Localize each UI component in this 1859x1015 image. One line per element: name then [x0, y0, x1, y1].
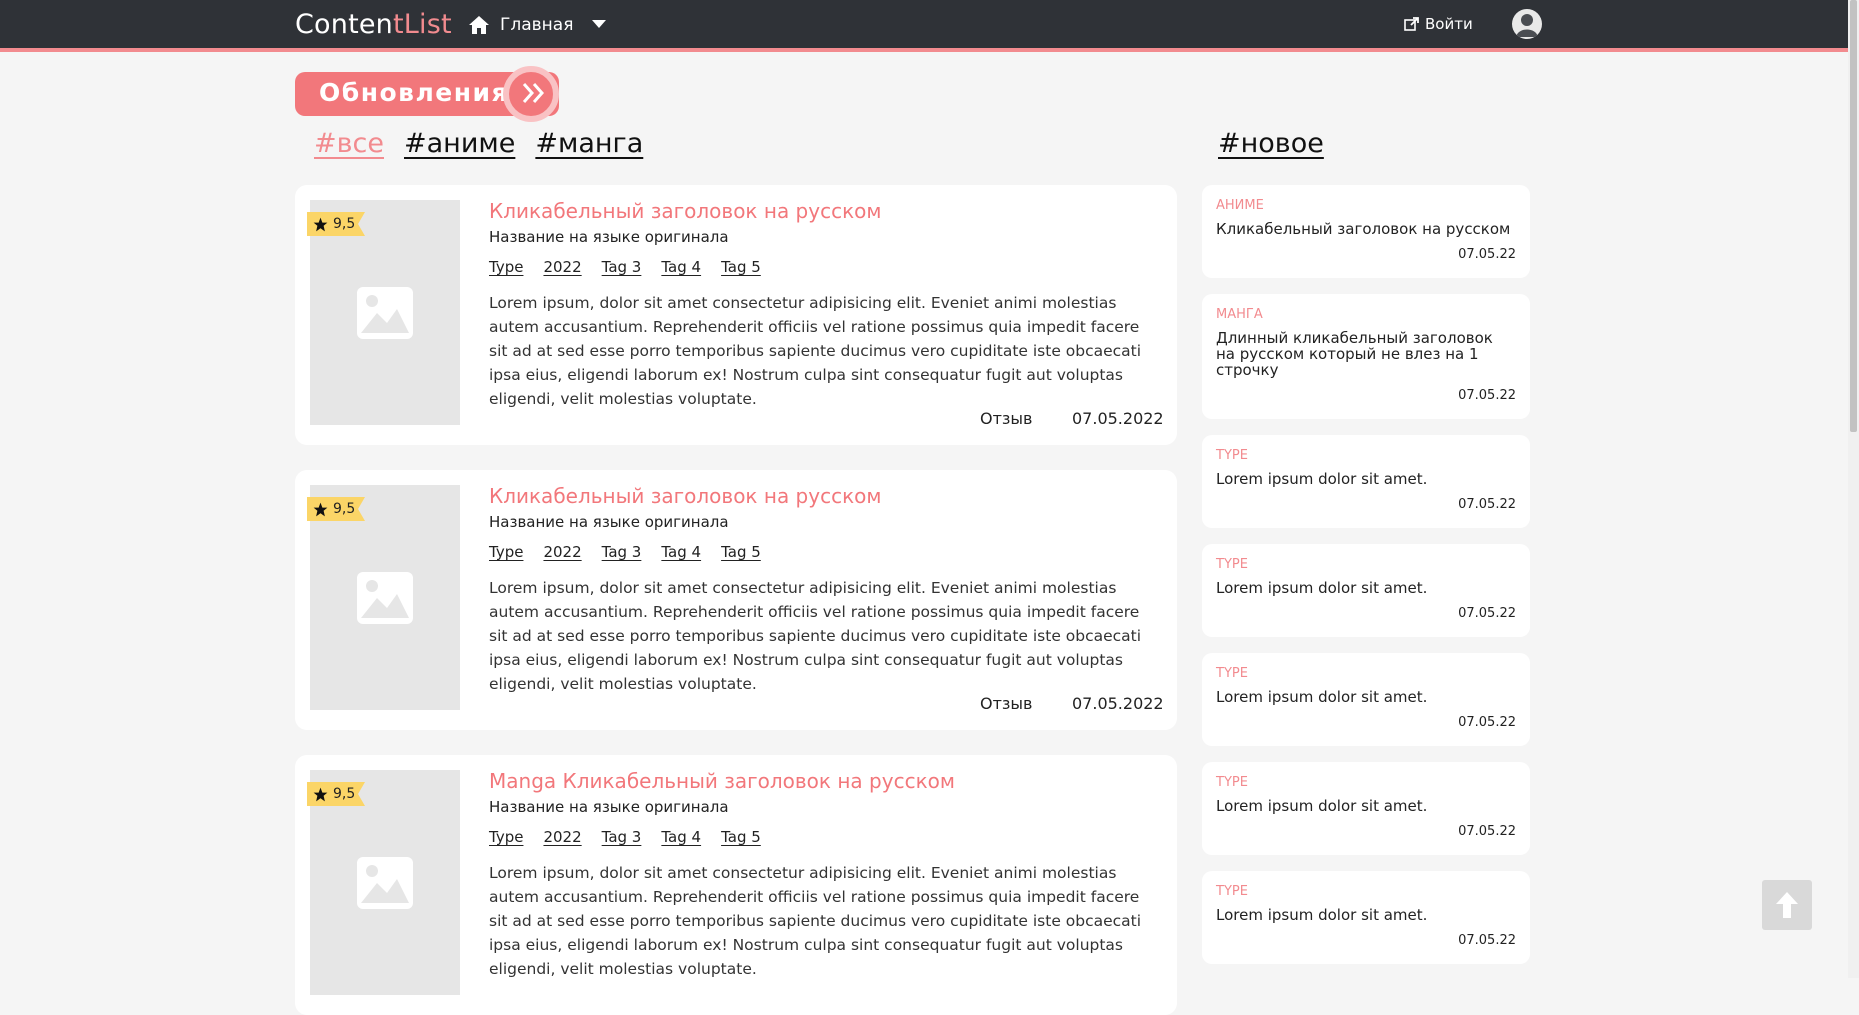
card-title-link[interactable]: Manga Кликабельный заголовок на русском: [489, 769, 955, 793]
card-review-link[interactable]: Отзыв: [980, 694, 1032, 713]
content-card: 9,5 Кликабельный заголовок на русском На…: [295, 185, 1177, 445]
news-date: 07.05.22: [1458, 715, 1516, 730]
filter-tag-manga[interactable]: #манга: [535, 128, 643, 159]
rating-badge: 9,5: [307, 497, 365, 521]
content-card: 9,5 Кликабельный заголовок на русском На…: [295, 470, 1177, 730]
news-title-link[interactable]: Lorem ipsum dolor sit amet.: [1216, 689, 1516, 705]
news-date: 07.05.22: [1458, 933, 1516, 948]
card-date: 07.05.2022: [1072, 409, 1164, 428]
news-item[interactable]: АНИМЕ Кликабельный заголовок на русском …: [1202, 185, 1530, 278]
card-tag[interactable]: 2022: [543, 828, 581, 846]
card-tag[interactable]: Type: [489, 543, 523, 561]
card-original-title: Название на языке оригинала: [489, 798, 729, 816]
news-type: TYPE: [1216, 666, 1248, 681]
card-tag[interactable]: Tag 4: [661, 258, 701, 276]
star-icon: [313, 217, 328, 231]
news-date: 07.05.22: [1458, 606, 1516, 621]
rating-value: 9,5: [333, 216, 356, 232]
news-date: 07.05.22: [1458, 824, 1516, 839]
card-tag[interactable]: Tag 5: [721, 258, 761, 276]
news-title-link[interactable]: Длинный кликабельный заголовок на русско…: [1216, 330, 1516, 378]
news-type: АНИМЕ: [1216, 198, 1264, 213]
news-type: TYPE: [1216, 775, 1248, 790]
rating-badge: 9,5: [307, 782, 365, 806]
card-tag[interactable]: Tag 3: [602, 828, 642, 846]
top-navbar: ContentList Главная Войти: [0, 0, 1848, 52]
card-tag[interactable]: Tag 3: [602, 258, 642, 276]
news-type: TYPE: [1216, 884, 1248, 899]
card-tag[interactable]: Tag 3: [602, 543, 642, 561]
login-label: Войти: [1425, 15, 1473, 33]
card-tag[interactable]: Type: [489, 258, 523, 276]
card-original-title: Название на языке оригинала: [489, 228, 729, 246]
nav-home-label: Главная: [500, 15, 574, 35]
card-tags: Type 2022 Tag 3 Tag 4 Tag 5: [489, 828, 761, 846]
news-date: 07.05.22: [1458, 388, 1516, 403]
news-type: МАНГА: [1216, 307, 1263, 322]
filter-tags: #все #аниме #манга: [314, 128, 643, 159]
card-original-title: Название на языке оригинала: [489, 513, 729, 531]
news-title-link[interactable]: Lorem ipsum dolor sit amet.: [1216, 907, 1516, 923]
filter-tag-new[interactable]: #новое: [1218, 128, 1324, 159]
card-tag[interactable]: Tag 4: [661, 543, 701, 561]
news-item[interactable]: TYPE Lorem ipsum dolor sit amet. 07.05.2…: [1202, 762, 1530, 855]
section-title-text: Обновления: [319, 78, 510, 107]
arrow-up-icon: [1776, 892, 1798, 918]
news-type: TYPE: [1216, 557, 1248, 572]
rating-value: 9,5: [333, 501, 356, 517]
filter-tag-all[interactable]: #все: [314, 128, 384, 159]
news-date: 07.05.22: [1458, 247, 1516, 262]
card-date: 07.05.2022: [1072, 694, 1164, 713]
card-tag[interactable]: Tag 5: [721, 543, 761, 561]
news-date: 07.05.22: [1458, 497, 1516, 512]
section-title-updates: Обновления: [295, 66, 559, 122]
card-description: Lorem ipsum, dolor sit amet consectetur …: [489, 864, 1142, 978]
card-title-link[interactable]: Кликабельный заголовок на русском: [489, 199, 881, 223]
rating-badge: 9,5: [307, 212, 365, 236]
card-description: Lorem ipsum, dolor sit amet consectetur …: [489, 579, 1142, 693]
chevron-down-icon[interactable]: [592, 20, 606, 28]
scroll-to-top-button[interactable]: [1762, 880, 1812, 930]
nav-home-link[interactable]: Главная: [468, 12, 573, 38]
card-tag[interactable]: Tag 4: [661, 828, 701, 846]
scrollbar-thumb[interactable]: [1850, 0, 1857, 432]
content-card: 9,5 Manga Кликабельный заголовок на русс…: [295, 755, 1177, 1015]
image-placeholder-icon: [357, 857, 413, 909]
logo-text-main: Conten: [295, 9, 393, 40]
news-title-link[interactable]: Lorem ipsum dolor sit amet.: [1216, 580, 1516, 596]
news-item[interactable]: TYPE Lorem ipsum dolor sit amet. 07.05.2…: [1202, 871, 1530, 964]
card-tag[interactable]: Type: [489, 828, 523, 846]
card-tag[interactable]: 2022: [543, 543, 581, 561]
rating-value: 9,5: [333, 786, 356, 802]
user-avatar-icon[interactable]: [1512, 9, 1542, 39]
home-icon: [469, 16, 489, 34]
star-icon: [313, 502, 328, 516]
star-icon: [313, 787, 328, 801]
filter-tag-anime[interactable]: #аниме: [404, 128, 515, 159]
logo-text-accent: tList: [393, 9, 452, 40]
card-tags: Type 2022 Tag 3 Tag 4 Tag 5: [489, 258, 761, 276]
news-item[interactable]: TYPE Lorem ipsum dolor sit amet. 07.05.2…: [1202, 653, 1530, 746]
card-tag[interactable]: 2022: [543, 258, 581, 276]
image-placeholder-icon: [357, 287, 413, 339]
news-item[interactable]: TYPE Lorem ipsum dolor sit amet. 07.05.2…: [1202, 544, 1530, 637]
card-description: Lorem ipsum, dolor sit amet consectetur …: [489, 294, 1142, 408]
news-title-link[interactable]: Кликабельный заголовок на русском: [1216, 221, 1516, 237]
news-item[interactable]: TYPE Lorem ipsum dolor sit amet. 07.05.2…: [1202, 435, 1530, 528]
news-title-link[interactable]: Lorem ipsum dolor sit amet.: [1216, 471, 1516, 487]
sign-in-icon: [1404, 17, 1419, 31]
news-type: TYPE: [1216, 448, 1248, 463]
card-tags: Type 2022 Tag 3 Tag 4 Tag 5: [489, 543, 761, 561]
image-placeholder-icon: [357, 572, 413, 624]
side-section-title: #новое: [1218, 128, 1324, 159]
page-scrollbar[interactable]: [1848, 0, 1859, 978]
card-title-link[interactable]: Кликабельный заголовок на русском: [489, 484, 881, 508]
news-item[interactable]: МАНГА Длинный кликабельный заголовок на …: [1202, 294, 1530, 419]
card-review-link[interactable]: Отзыв: [980, 409, 1032, 428]
site-logo[interactable]: ContentList: [295, 9, 452, 40]
login-button[interactable]: Войти: [1404, 15, 1473, 33]
double-chevron-right-icon: [522, 83, 545, 103]
news-title-link[interactable]: Lorem ipsum dolor sit amet.: [1216, 798, 1516, 814]
card-tag[interactable]: Tag 5: [721, 828, 761, 846]
